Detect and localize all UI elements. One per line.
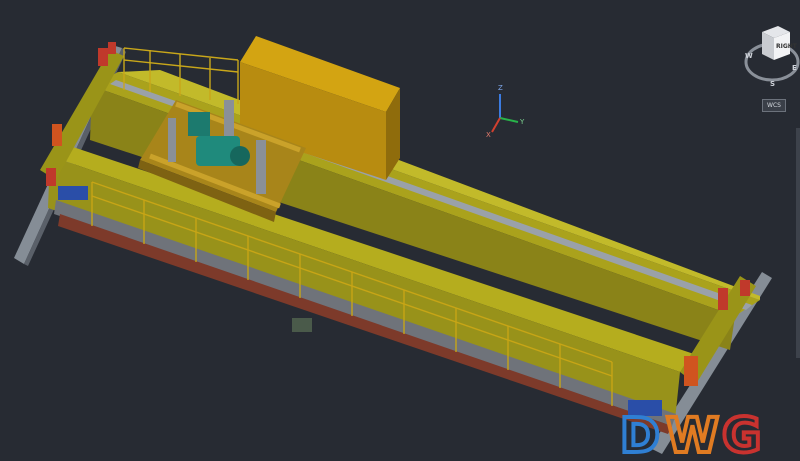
watermark-letter-d: D — [620, 408, 660, 460]
watermark-letter-g: G — [722, 408, 761, 460]
coordinate-system-menu[interactable]: WCS — [762, 99, 786, 112]
viewcube[interactable]: RIGHT S E W — [744, 18, 800, 98]
dwg-watermark-logo: D W G — [618, 406, 763, 460]
left-blue-motor — [58, 186, 88, 200]
compass-west: W — [745, 52, 753, 60]
left-red-block-2 — [98, 48, 108, 66]
drawing-viewport[interactable]: Z Y X RIGHT S E W WCS D W G — [0, 0, 800, 461]
y-axis-label: Y — [519, 118, 525, 126]
crane-3d-model — [14, 36, 772, 454]
watermark-letter-w: W — [666, 408, 719, 460]
z-axis-label: Z — [498, 84, 503, 92]
x-axis-label: X — [486, 131, 491, 138]
compass-south: S — [770, 80, 775, 88]
left-red-block-1 — [46, 168, 56, 186]
x-axis-line — [491, 117, 501, 133]
hoist-column-left — [168, 118, 176, 162]
compass-east: E — [792, 64, 797, 72]
viewcube-face-label: RIGHT — [776, 43, 798, 50]
y-axis-line — [499, 117, 519, 123]
ucs-axis-icon: Z Y X — [486, 84, 525, 138]
navigation-bar[interactable] — [796, 128, 800, 358]
right-red-block-1 — [718, 288, 728, 310]
hook-block — [292, 318, 312, 332]
